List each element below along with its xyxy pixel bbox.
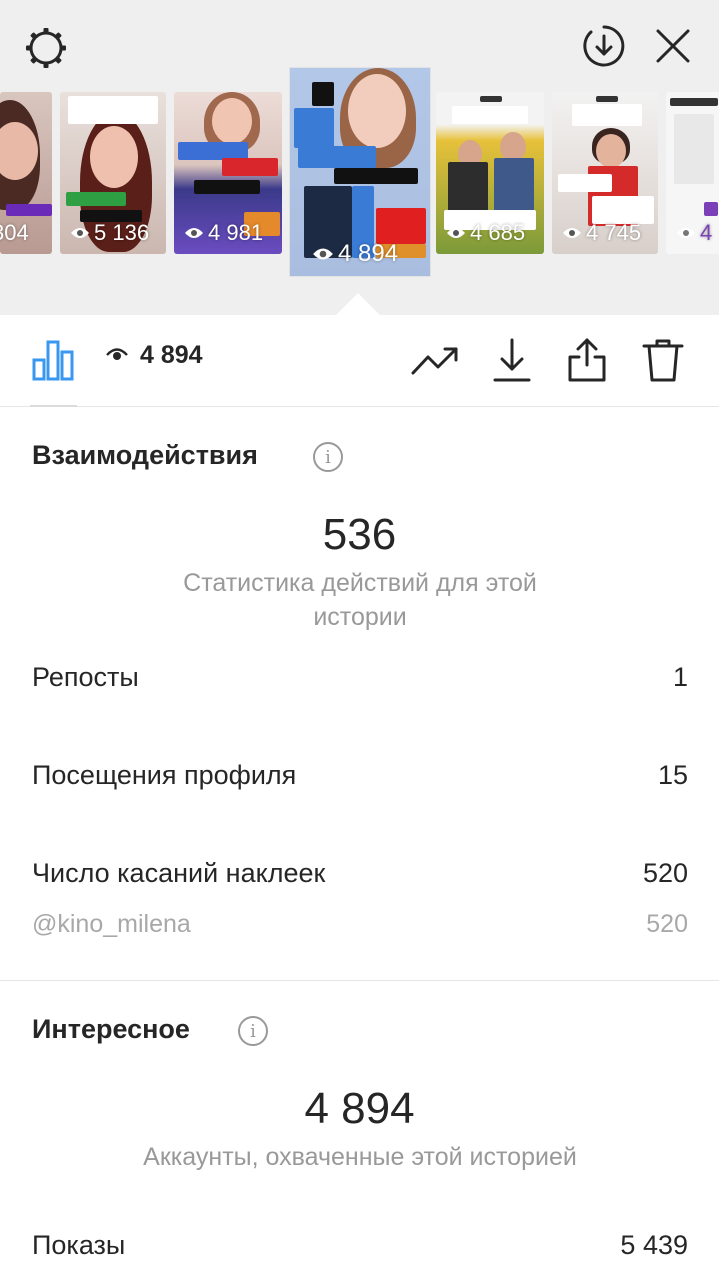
eye-icon [106,341,128,370]
thumbnail-views: 304 [0,220,29,245]
trend-icon[interactable] [410,335,460,385]
story-thumbnail[interactable]: 4 [666,92,719,254]
stat-row-impressions: Показы 5 439 [32,1230,688,1261]
stat-label: @kino_milena [32,910,191,938]
thumbnail-views: 4 981 [184,220,263,246]
info-icon[interactable]: i [313,442,343,472]
stat-value: 15 [657,760,688,790]
trash-icon[interactable] [640,335,686,385]
thumbnail-views: 5 136 [70,220,149,246]
active-tab-indicator [30,405,77,407]
story-thumbnail[interactable]: 5 136 [60,92,166,254]
story-thumbnail[interactable]: 4 745 [552,92,658,254]
views-value: 4 894 [140,341,203,369]
stat-subrow-mention: @kino_milena 520 [32,910,688,939]
insights-toolbar: 4 894 [0,315,719,407]
stat-label: Посещения профиля [32,760,297,790]
stat-row-profile-visits: Посещения профиля 15 [32,760,688,791]
stat-value: 520 [642,858,688,888]
info-icon[interactable]: i [238,1016,268,1046]
stat-value: 5 439 [620,1230,688,1260]
stat-label: Число касаний наклеек [32,858,326,888]
download-icon[interactable] [490,335,534,385]
interactions-total: 536 [322,510,397,559]
thumbnail-views: 4 685 [446,220,525,246]
discovery-total: 4 894 [304,1084,415,1133]
discovery-caption: Аккаунты, охваченные этой историей [143,1143,577,1171]
stat-value: 1 [672,662,688,692]
story-thumbnail[interactable]: 304 [0,92,52,254]
stat-row-reposts: Репосты 1 [32,662,688,693]
stat-label: Репосты [32,662,139,692]
interactions-caption: Статистика действий для этой истории [183,569,537,631]
thumbnail-views: 4 745 [562,220,641,246]
share-icon[interactable] [564,335,610,385]
views-count: 4 894 [106,341,203,370]
story-thumbnail[interactable]: 4 685 [436,92,544,254]
story-thumbnail[interactable]: 4 981 [174,92,282,254]
story-carousel-area: 304 5 136 4 981 [0,0,719,317]
thumbnail-views: 4 894 [312,240,398,268]
discovery-title: Интересное [32,1014,190,1044]
stat-value: 520 [646,910,688,938]
stat-label: Показы [32,1230,126,1260]
interactions-title: Взаимодействия [32,440,258,470]
bar-chart-icon[interactable] [30,335,76,385]
thumbnail-views: 4 [676,220,712,246]
story-thumbnail-selected[interactable]: 4 894 [290,68,430,276]
selection-pointer [334,293,382,317]
story-thumbnails: 304 5 136 4 981 [0,0,719,315]
stat-row-sticker-taps: Число касаний наклеек 520 [32,858,688,889]
section-divider [0,980,719,981]
